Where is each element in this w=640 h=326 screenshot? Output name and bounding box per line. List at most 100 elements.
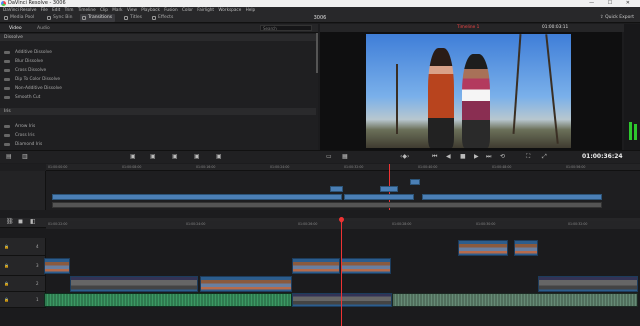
mini-clip[interactable] [344,194,414,200]
video-clip[interactable] [292,293,392,307]
menu-view[interactable]: View [127,7,137,12]
safe-area-icon[interactable]: ▦ [342,153,348,161]
lock-icon[interactable]: 🔒 [4,281,9,286]
viewer-source-timecode: 01:00:03:11 [542,25,569,30]
lower-timeline-ruler[interactable]: 01:00:22:00 01:00:24:00 01:00:26:00 01:0… [46,221,640,229]
menu-file[interactable]: File [41,7,48,12]
effect-label: Smooth Cut [15,95,41,100]
video-clip[interactable] [458,240,508,256]
mini-clip[interactable] [380,186,398,192]
menu-clip[interactable]: Clip [100,7,108,12]
skip-back-icon[interactable]: ⏮ [432,153,437,161]
menu-playback[interactable]: Playback [141,7,160,12]
link-icon[interactable]: ⛓ [6,218,14,226]
audio-clip[interactable] [392,293,638,307]
effects-search-input[interactable]: Search [260,25,312,31]
insert-icon[interactable]: ▣ [130,153,136,161]
audio-clip[interactable] [44,293,292,307]
effect-item[interactable]: Arrow Iris [0,122,316,131]
overwrite-icon[interactable]: ▣ [150,153,156,161]
ruler-tick: 01:00:24:00 [270,165,290,169]
mini-clip[interactable] [410,179,420,185]
fit-icon[interactable]: ▣ [194,153,200,161]
stop-icon[interactable]: ■ [460,153,466,161]
menu-color[interactable]: Color [182,7,193,12]
ruler-tick: 01:00:16:00 [196,165,216,169]
detail-icon[interactable]: ▥ [22,153,28,161]
tab-video[interactable]: Video [9,24,22,33]
titles-button[interactable]: Titles [122,14,145,22]
skip-forward-icon[interactable]: ⏭ [486,153,491,161]
menu-workspace[interactable]: Workspace [218,7,241,12]
effects-scrollbar[interactable] [316,33,318,73]
video-clip[interactable] [70,276,198,292]
media-pool-button[interactable]: Media Pool [2,14,37,22]
ruler-tick: 01:00:08:00 [122,165,142,169]
video-clip[interactable] [200,276,292,292]
menu-edit[interactable]: Edit [52,7,60,12]
effects-button[interactable]: Effects [150,14,176,22]
transition-thumb-icon [4,51,10,54]
track-header-v4[interactable]: 🔒 4 [0,238,46,256]
sync-bin-button[interactable]: Sync Bin [45,14,75,22]
window-controls[interactable]: — ☐ ✕ [589,0,636,7]
mini-clip[interactable] [422,194,602,200]
loop-icon[interactable]: ⟲ [500,153,505,161]
flag-icon[interactable]: ◧ [30,218,36,226]
layout-icon[interactable]: ▤ [6,153,12,161]
track-header-a1[interactable]: 🔒 1 [0,292,46,308]
append-icon[interactable]: ▣ [216,153,222,161]
menu-davinci[interactable]: DaVinci Resolve [3,7,36,12]
lower-playhead[interactable] [341,222,342,326]
snap-icon[interactable]: ◼ [18,218,23,226]
effect-item[interactable]: Non-Additive Dissolve [0,84,316,93]
effect-label: Blur Dissolve [15,59,43,64]
replace-icon[interactable]: ▣ [172,153,178,161]
jog-icon[interactable]: ‹◆› [400,153,409,161]
menu-trim[interactable]: Trim [65,7,74,12]
trim-icon[interactable]: ⤢ [542,153,547,161]
viewer-timeline-name[interactable]: Timeline 1 [457,24,479,32]
effect-item[interactable]: Cross Iris [0,131,316,140]
menu-fusion[interactable]: Fusion [164,7,177,12]
video-clip[interactable] [292,258,340,274]
menu-fairlight[interactable]: Fairlight [197,7,214,12]
menu-timeline[interactable]: Timeline [78,7,96,12]
mini-audio-clip[interactable] [52,202,602,208]
play-icon[interactable]: ▶ [474,153,479,161]
video-clip[interactable] [538,276,638,292]
iris-section-header[interactable]: Iris [0,108,316,115]
quick-export-button[interactable]: ⇪ Quick Export [600,13,634,23]
tree-trunk [512,34,522,134]
tab-audio[interactable]: Audio [37,24,50,33]
effect-item[interactable]: Blur Dissolve [0,57,316,66]
track-header-v3[interactable]: 🔒 3 [0,256,46,276]
upper-timeline-ruler[interactable]: 01:00:00:00 01:00:08:00 01:00:16:00 01:0… [46,164,640,171]
menu-help[interactable]: Help [246,7,256,12]
viewer-mode-icon[interactable]: ▭ [326,153,332,161]
lock-icon[interactable]: 🔒 [4,297,9,302]
effect-item[interactable]: Cross Dissolve [0,66,316,75]
lock-icon[interactable]: 🔒 [4,263,9,268]
lock-icon[interactable]: 🔒 [4,244,9,249]
mini-clip[interactable] [330,186,343,192]
ruler-tick: 01:00:48:00 [492,165,512,169]
transitions-button[interactable]: Transitions [80,14,116,22]
video-clip[interactable] [341,258,391,274]
menu-mark[interactable]: Mark [112,7,122,12]
video-clip[interactable] [514,240,538,256]
track-header-v2[interactable]: 🔒 2 [0,276,46,292]
effects-icon [152,16,156,20]
tree-trunk [396,64,398,134]
reverse-icon[interactable]: ◀ [446,153,451,161]
effect-item[interactable]: Additive Dissolve [0,48,316,57]
video-clip[interactable] [44,258,70,274]
fullscreen-icon[interactable]: ⛶ [526,153,530,161]
person-left [428,48,454,148]
mini-clip[interactable] [52,194,342,200]
transition-thumb-icon [4,87,10,90]
effect-item[interactable]: Diamond Iris [0,140,316,149]
dissolve-section-header[interactable]: Dissolve [0,34,316,41]
effect-item[interactable]: Smooth Cut [0,93,316,102]
effect-item[interactable]: Dip To Color Dissolve [0,75,316,84]
